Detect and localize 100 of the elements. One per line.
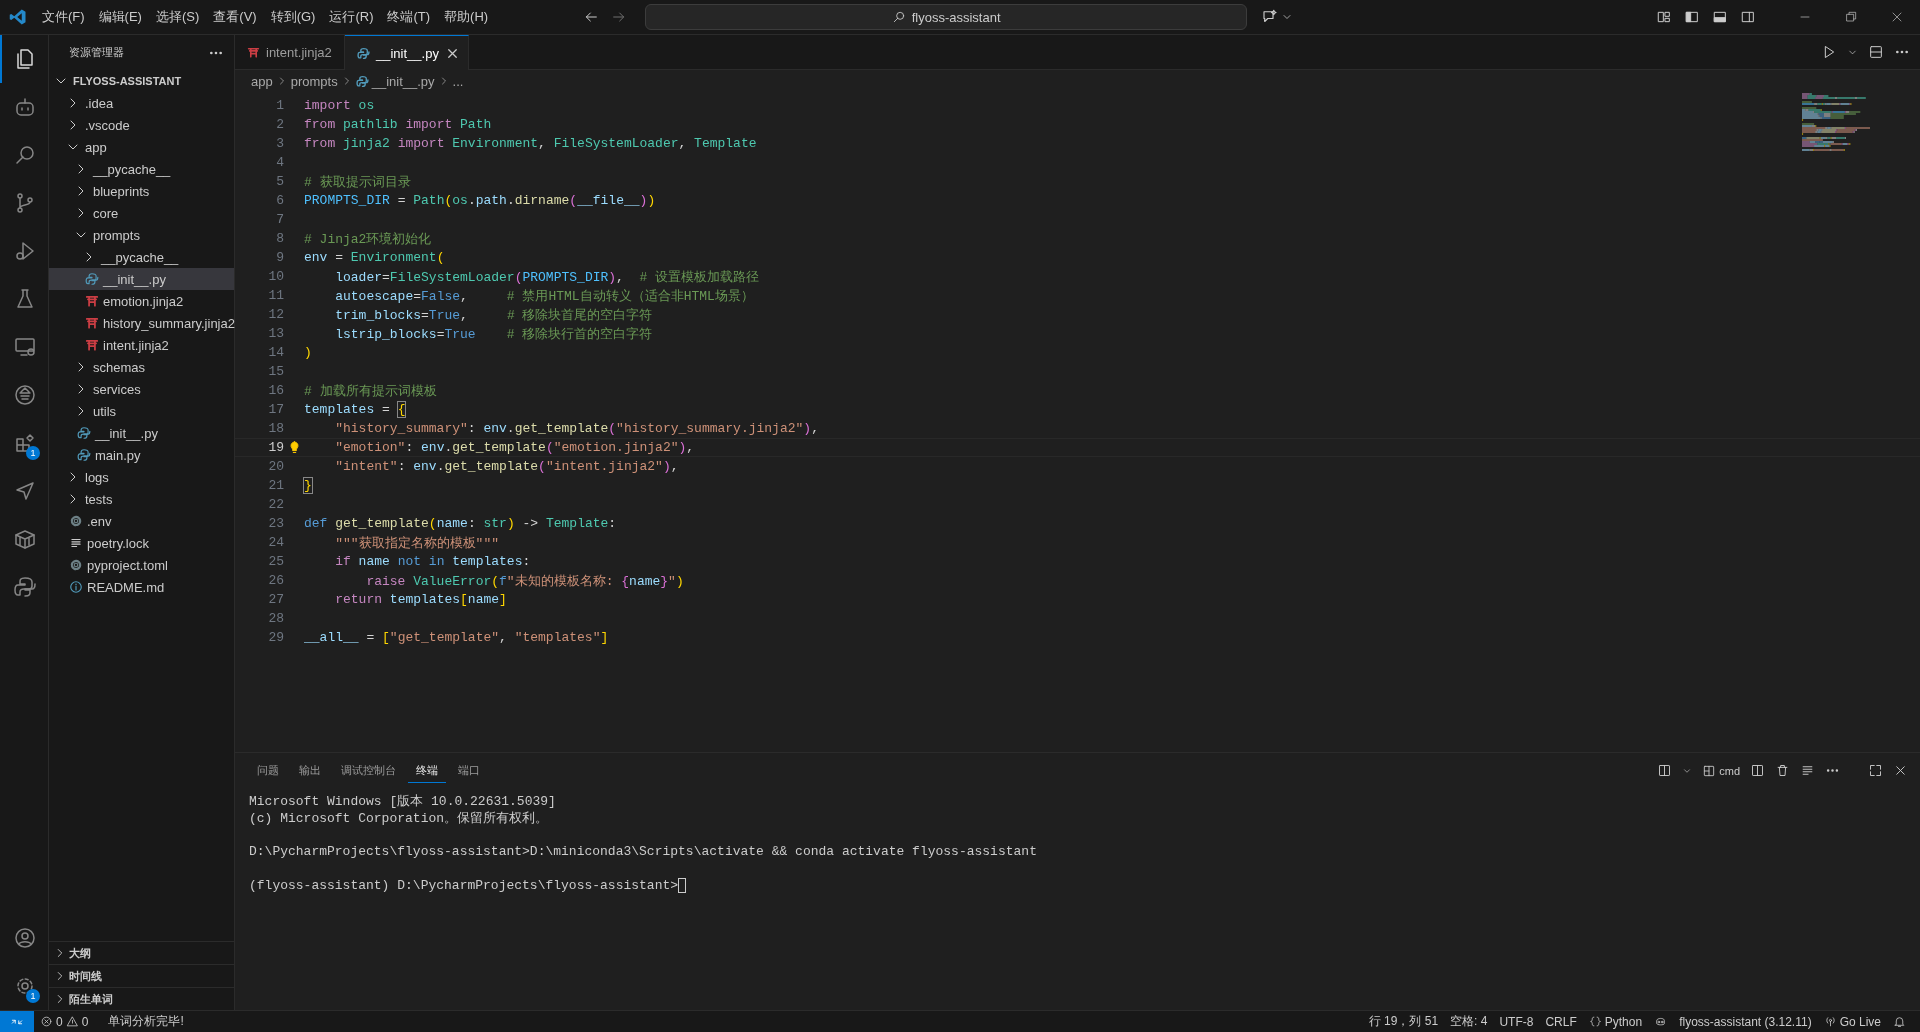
trash-icon[interactable] bbox=[1775, 763, 1790, 778]
section-header[interactable]: 大纲 bbox=[49, 941, 234, 964]
folder-item[interactable]: utils bbox=[49, 400, 234, 422]
maximize-icon[interactable] bbox=[1868, 763, 1883, 778]
status-item[interactable]: UTF-8 bbox=[1493, 1014, 1540, 1029]
folder-item[interactable]: __pycache__ bbox=[49, 246, 234, 268]
python-icon bbox=[77, 448, 91, 462]
code-line: lstrip_blocks=True # 移除块行首的空白字符 bbox=[334, 325, 653, 343]
restore-icon[interactable] bbox=[1843, 9, 1859, 25]
menu-item[interactable]: 选择(S) bbox=[148, 5, 207, 29]
line-number: 16 bbox=[267, 383, 284, 398]
breadcrumb-item[interactable]: prompts bbox=[290, 73, 338, 89]
toggle-sidebar-icon[interactable] bbox=[1684, 9, 1700, 25]
monitor-icon bbox=[13, 335, 37, 359]
copilot-icon bbox=[1654, 1015, 1668, 1028]
terminal-line: (c) Microsoft Corporation。保留所有权利。 bbox=[249, 809, 549, 827]
panel-tab[interactable]: 调试控制台 bbox=[333, 758, 404, 783]
error-icon bbox=[40, 1015, 53, 1028]
command-center[interactable]: flyoss-assistant bbox=[645, 4, 1248, 30]
search-icon bbox=[13, 143, 37, 167]
file-item[interactable]: history_summary.jinja2 bbox=[49, 312, 234, 334]
file-item[interactable]: __init__.py bbox=[49, 268, 234, 290]
back-arrow-icon[interactable] bbox=[583, 9, 600, 25]
file-item[interactable]: pyproject.toml bbox=[49, 554, 234, 576]
menu-item[interactable]: 转到(G) bbox=[263, 5, 323, 29]
file-item[interactable]: README.md bbox=[49, 576, 234, 598]
menu-item[interactable]: 编辑(E) bbox=[91, 5, 149, 29]
status-item[interactable]: 空格: 4 bbox=[1444, 1013, 1494, 1030]
text-lines-icon bbox=[69, 536, 83, 550]
folder-item[interactable]: schemas bbox=[49, 356, 234, 378]
robot-icon bbox=[13, 95, 37, 119]
notification-badge: 1 bbox=[26, 989, 40, 1003]
status-item[interactable]: flyoss-assistant (3.12.11) bbox=[1673, 1014, 1818, 1029]
menu-item[interactable]: 查看(V) bbox=[206, 5, 264, 29]
folder-item[interactable]: .idea bbox=[49, 92, 234, 114]
activity-button[interactable]: 1 bbox=[0, 962, 48, 1010]
code-line: from pathlib import Path bbox=[304, 117, 492, 132]
split-editor-icon[interactable] bbox=[1868, 44, 1884, 60]
new-terminal-layout-icon[interactable] bbox=[1657, 763, 1673, 778]
folder-item[interactable]: app bbox=[49, 136, 234, 158]
line-number: 25 bbox=[267, 554, 284, 569]
close-icon[interactable] bbox=[1893, 763, 1908, 778]
clear-icon[interactable] bbox=[1800, 763, 1815, 778]
toggle-panel-icon[interactable] bbox=[1712, 9, 1728, 25]
split-terminal-icon[interactable] bbox=[1750, 763, 1765, 778]
breadcrumb-item[interactable]: __init__.py bbox=[371, 73, 435, 89]
menu-item[interactable]: 运行(R) bbox=[322, 5, 381, 29]
menu-item[interactable]: 文件(F) bbox=[35, 5, 92, 29]
code-line: """获取指定名称的模板""" bbox=[334, 534, 499, 552]
line-number: 20 bbox=[267, 459, 284, 474]
terminal-shell[interactable]: cmd bbox=[1702, 763, 1740, 778]
line-number: 18 bbox=[267, 421, 284, 436]
minimap-drawing[interactable] bbox=[1800, 92, 1870, 152]
line-number: 12 bbox=[267, 307, 284, 322]
activity-button[interactable]: 1 bbox=[0, 419, 48, 467]
line-number: 4 bbox=[275, 155, 284, 170]
terminal-line: Microsoft Windows [版本 10.0.22631.5039] bbox=[249, 792, 556, 810]
file-item[interactable]: __init__.py bbox=[49, 422, 234, 444]
status-item[interactable]: Go Live bbox=[1817, 1014, 1887, 1029]
status-item[interactable]: CRLF bbox=[1539, 1014, 1583, 1029]
folder-item[interactable]: tests bbox=[49, 488, 234, 510]
menu-item[interactable]: 帮助(H) bbox=[437, 5, 496, 29]
project-root[interactable]: FLYOSS-ASSISTANT bbox=[49, 70, 234, 92]
status-message: 单词分析完毕! bbox=[107, 1013, 185, 1030]
file-item[interactable]: emotion.jinja2 bbox=[49, 290, 234, 312]
file-item[interactable]: intent.jinja2 bbox=[49, 334, 234, 356]
breadcrumb-item[interactable]: ... bbox=[452, 73, 464, 89]
code-line: if name not in templates: bbox=[334, 554, 531, 569]
terminal-line: (flyoss-assistant) D:\PycharmProjects\flyoss-assistant> bbox=[249, 878, 679, 893]
warning-icon bbox=[65, 1015, 79, 1028]
file-item[interactable]: poetry.lock bbox=[49, 532, 234, 554]
code-line: # Jinja2环境初始化 bbox=[304, 230, 432, 248]
status-item[interactable]: 行 19，列 51 bbox=[1362, 1013, 1445, 1030]
problems-button[interactable]: 0 0 bbox=[34, 1014, 95, 1029]
toggle-secondary-sidebar-icon[interactable] bbox=[1740, 9, 1756, 25]
folder-item[interactable]: logs bbox=[49, 466, 234, 488]
python-icon bbox=[77, 426, 91, 440]
status-item[interactable]: Python bbox=[1582, 1014, 1649, 1029]
folder-item[interactable]: __pycache__ bbox=[49, 158, 234, 180]
panel-tab[interactable]: 终端 bbox=[408, 758, 446, 783]
panel-tab[interactable]: 问题 bbox=[249, 758, 287, 783]
layout-icon[interactable] bbox=[1656, 9, 1672, 25]
menu-item[interactable]: 终端(T) bbox=[380, 5, 438, 29]
breadcrumb-item[interactable]: app bbox=[251, 73, 273, 89]
line-number: 22 bbox=[267, 497, 284, 512]
file-item[interactable]: .env bbox=[49, 510, 234, 532]
line-number: 13 bbox=[267, 326, 284, 341]
code-line: "intent": env.get_template("intent.jinja2"), bbox=[334, 459, 679, 474]
file-item[interactable]: main.py bbox=[49, 444, 234, 466]
folder-item[interactable]: .vscode bbox=[49, 114, 234, 136]
folder-item[interactable]: prompts bbox=[49, 224, 234, 246]
folder-item[interactable]: blueprints bbox=[49, 180, 234, 202]
lightbulb-icon[interactable] bbox=[287, 440, 302, 455]
section-header[interactable]: 时间线 bbox=[49, 964, 234, 987]
folder-item[interactable]: core bbox=[49, 202, 234, 224]
folder-item[interactable]: services bbox=[49, 378, 234, 400]
python-icon bbox=[357, 46, 370, 60]
panel-tab[interactable]: 输出 bbox=[291, 758, 329, 783]
panel-tab[interactable]: 端口 bbox=[450, 758, 488, 783]
editor-tab[interactable]: __init__.py bbox=[345, 35, 469, 70]
